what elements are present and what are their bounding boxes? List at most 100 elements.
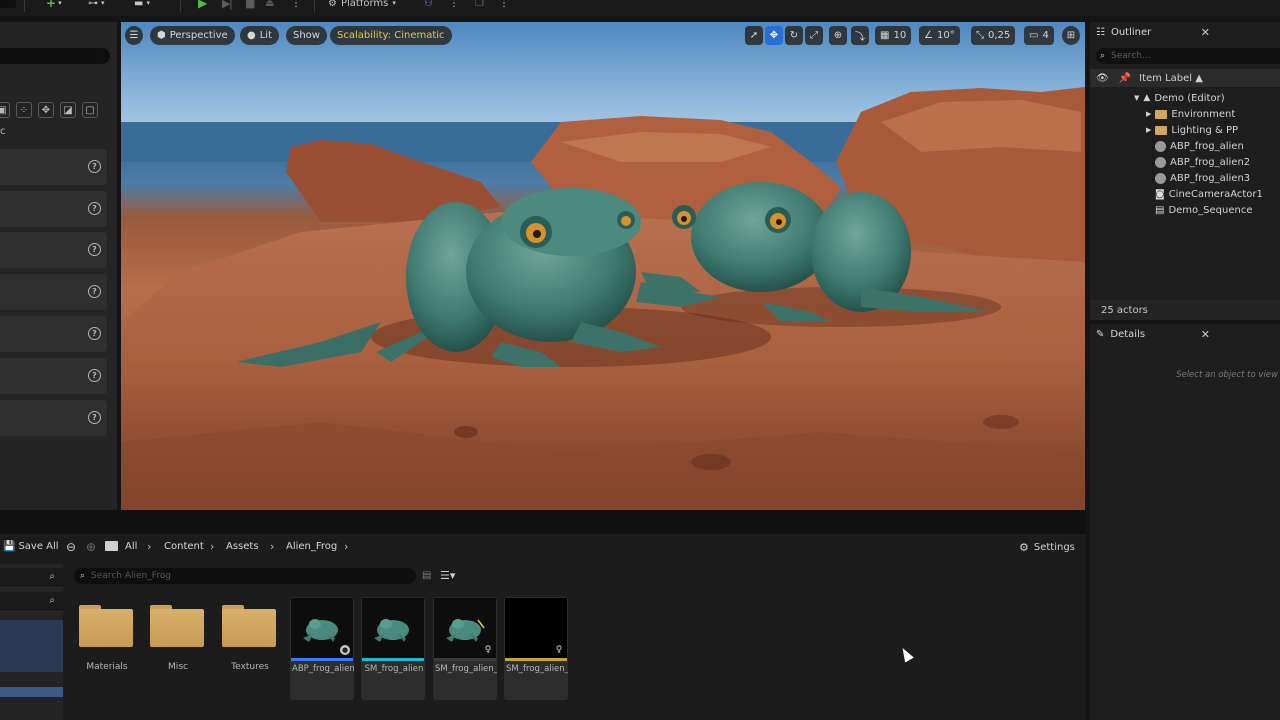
help-icon[interactable]: ? — [88, 369, 101, 382]
pin-icon[interactable]: 📌 — [1119, 73, 1131, 84]
rotation-snap-button[interactable]: ∠ 10° — [919, 26, 960, 45]
filter-volumes-icon[interactable]: ▢ — [82, 102, 98, 118]
breadcrumb-item[interactable]: Assets — [226, 541, 259, 552]
layout-button[interactable]: ⊞ — [1062, 26, 1080, 45]
camera-speed-button[interactable]: ▭ 4 — [1024, 26, 1054, 45]
add-actor-button[interactable]: + ▾ — [46, 0, 62, 10]
help-icon[interactable]: ? — [88, 202, 101, 215]
filter-basic-icon[interactable]: ⁘ — [16, 102, 32, 118]
folder-tile[interactable] — [222, 605, 276, 647]
outliner-row[interactable]: ▼ ▲ Demo (Editor) — [1134, 90, 1225, 106]
settings-button[interactable]: ⚙ Settings — [1019, 541, 1075, 554]
folder-tile[interactable] — [79, 605, 133, 647]
step-button[interactable]: ▶▏ — [222, 0, 239, 10]
outliner-row[interactable]: ABP_frog_alien2 — [1155, 154, 1250, 170]
cinematics-button[interactable]: ▬ ▾ — [134, 0, 150, 10]
eject-button[interactable]: ⏏ — [265, 0, 274, 10]
show-button[interactable]: Show — [286, 26, 327, 45]
outliner-row[interactable]: ▶ Environment — [1146, 106, 1235, 122]
chevron-right-icon[interactable]: › — [344, 540, 348, 553]
mode-selector[interactable] — [0, 0, 16, 10]
play-options-button[interactable]: ⋮ — [291, 0, 301, 10]
outliner-row[interactable]: ABP_frog_alien — [1155, 138, 1244, 154]
outliner-column-header[interactable]: 👁 📌 Item Label ▲ — [1090, 69, 1280, 87]
outliner-row[interactable]: ▤ Demo_Sequence — [1155, 202, 1253, 218]
filter-icon[interactable]: ☰▾ — [440, 569, 455, 582]
asset-tile[interactable]: ● ABP_frog_alien — [290, 597, 354, 700]
select-mode-button[interactable]: ➚ — [745, 26, 763, 45]
eye-icon[interactable]: 👁 — [1096, 73, 1109, 84]
details-tab[interactable]: ✎ Details ✕ — [1090, 324, 1216, 344]
place-actor-row[interactable]: ? — [0, 232, 107, 268]
place-actor-row[interactable]: ? — [0, 316, 107, 352]
place-actor-row[interactable]: ? — [0, 191, 107, 227]
perspective-button[interactable]: ⬢ Perspective — [150, 26, 235, 45]
filter-shapes-icon[interactable]: ◪ — [60, 102, 76, 118]
viewport-menu-button[interactable]: ☰ — [125, 26, 143, 45]
outliner-row[interactable]: ABP_frog_alien3 — [1155, 170, 1250, 186]
sources-selected-area[interactable] — [0, 620, 63, 672]
play-button[interactable]: ▶ — [198, 0, 207, 10]
world-space-button[interactable]: ⊕ — [829, 26, 847, 45]
filter-lights-icon[interactable]: ✥ — [38, 102, 54, 118]
breadcrumb-item[interactable]: Content — [164, 541, 204, 552]
chevron-right-icon[interactable]: › — [270, 540, 274, 553]
help-icon[interactable]: ? — [88, 285, 101, 298]
save-all-button[interactable]: 💾 Save All — [3, 541, 59, 552]
platforms-button[interactable]: ⚙ Platforms ▾ — [328, 0, 396, 10]
add-icon: + — [46, 0, 57, 10]
breadcrumb-item[interactable]: Alien_Frog — [286, 541, 337, 552]
stop-button[interactable]: ■ — [245, 0, 255, 10]
help-icon[interactable]: ? — [88, 160, 101, 173]
expand-arrow-icon[interactable]: ▶ — [1146, 126, 1151, 134]
scalability-button[interactable]: Scalability: Cinematic — [330, 26, 452, 45]
sources-selected-folder[interactable] — [0, 687, 63, 697]
expand-arrow-icon[interactable]: ▶ — [1146, 110, 1151, 118]
asset-search-input[interactable]: ⌕ Search Alien_Frog — [74, 568, 416, 584]
save-search-icon[interactable]: ▤ — [422, 570, 431, 581]
skeletal-mesh-icon — [1155, 140, 1166, 152]
outliner-tab[interactable]: ☷ Outliner ✕ — [1090, 22, 1216, 42]
filter-recent-icon[interactable]: ▣ — [0, 102, 10, 118]
view-mode-button[interactable]: ● Lit — [240, 26, 280, 45]
forward-icon[interactable]: ⊕ — [86, 540, 96, 554]
expand-arrow-icon[interactable]: ▼ — [1134, 94, 1139, 102]
settings-options-button[interactable]: ⋮ — [499, 0, 509, 10]
asset-tile[interactable]: ♀ SM_frog_alien_PuppetRig — [504, 597, 568, 700]
asset-tile[interactable]: SM_frog_alien — [361, 597, 425, 700]
settings-toolbar-button[interactable]: ❐ — [475, 0, 484, 10]
place-actor-row[interactable]: ? — [0, 149, 107, 185]
help-icon[interactable]: ? — [88, 411, 101, 424]
outliner-search-input[interactable]: ⌕ Search... — [1096, 48, 1280, 64]
place-actor-row[interactable]: ? — [0, 400, 107, 436]
surface-snap-button[interactable]: ⤵ — [851, 26, 869, 45]
breadcrumb-item[interactable]: All — [125, 541, 137, 552]
place-actors-search[interactable] — [0, 48, 110, 64]
help-icon[interactable]: ? — [88, 243, 101, 256]
outliner-row[interactable]: ▶ Lighting & PP — [1146, 122, 1238, 138]
help-icon[interactable]: ? — [88, 327, 101, 340]
chevron-right-icon[interactable]: › — [147, 540, 151, 553]
grid-snap-button[interactable]: ▦ 10 — [875, 26, 912, 45]
collections-search[interactable]: ⌕ — [0, 592, 63, 612]
chevron-right-icon[interactable]: › — [210, 540, 214, 553]
source-options-button[interactable]: ⋮ — [449, 0, 459, 10]
outliner-icon: ☷ — [1096, 26, 1105, 38]
outliner-row[interactable]: ◙ CineCameraActor1 — [1155, 186, 1263, 202]
blueprint-button[interactable]: ⊶ ▾ — [88, 0, 105, 10]
back-icon[interactable]: ⊖ — [66, 540, 76, 554]
level-viewport[interactable]: ☰ ⬢ Perspective ● Lit Show Scalability: … — [121, 22, 1085, 510]
asset-tile[interactable]: ♀ SM_frog_alien_CtrlRig — [433, 597, 497, 700]
close-icon[interactable]: ✕ — [1201, 26, 1210, 39]
source-control-button[interactable]: ⚇ — [424, 0, 433, 10]
scale-snap-button[interactable]: ⤡ 0,25 — [971, 26, 1016, 45]
sources-search[interactable]: ⌕ — [0, 568, 63, 588]
place-actor-row[interactable]: ? — [0, 274, 107, 310]
rotate-mode-button[interactable]: ↻ — [785, 26, 803, 45]
translate-mode-button[interactable]: ✥ — [765, 26, 783, 45]
close-icon[interactable]: ✕ — [1201, 328, 1210, 341]
scale-mode-button[interactable]: ⤢ — [805, 26, 823, 45]
place-actor-row[interactable]: ? — [0, 358, 107, 394]
details-empty-hint: Select an object to view — [1176, 370, 1278, 380]
folder-tile[interactable] — [150, 605, 204, 647]
